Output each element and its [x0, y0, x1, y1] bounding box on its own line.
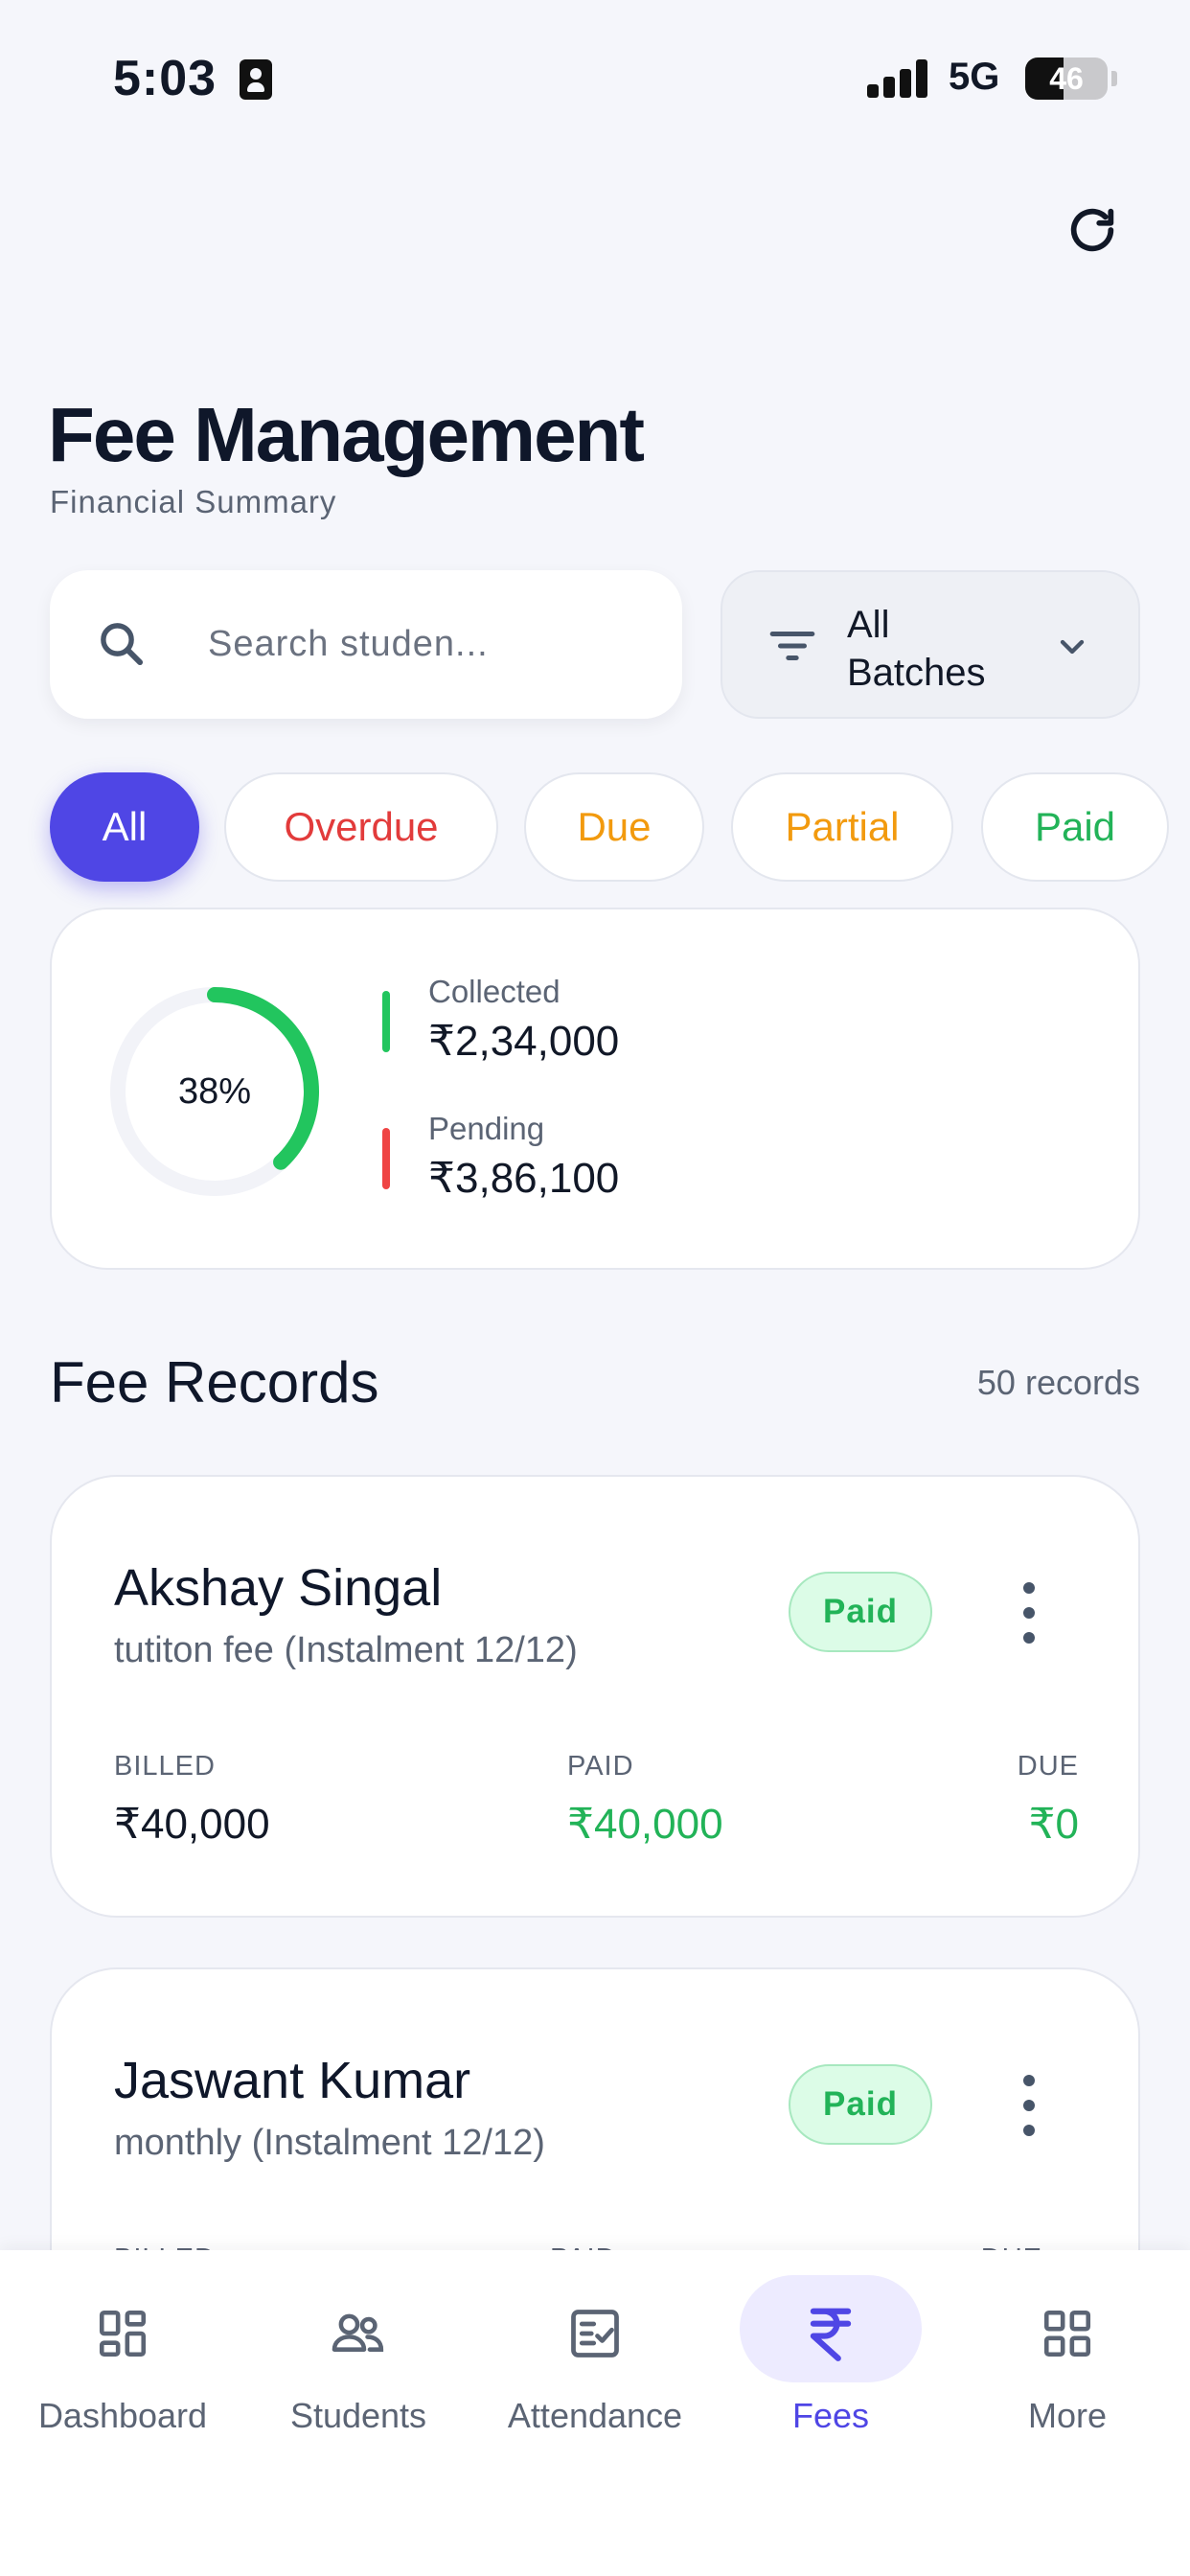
- collected-label: Collected: [428, 974, 561, 1009]
- bottom-nav: Dashboard Students Attendance Fees More: [0, 2250, 1190, 2576]
- network-type: 5G: [949, 56, 1000, 98]
- students-icon: [325, 2300, 392, 2367]
- filter-chip-partial[interactable]: Partial: [731, 772, 953, 882]
- filter-chip-due[interactable]: Due: [524, 772, 704, 882]
- status-badge: Paid: [789, 1572, 932, 1652]
- filter-chip-all[interactable]: All: [50, 772, 199, 882]
- fee-record-card[interactable]: Akshay Singal tutiton fee (Instalment 12…: [50, 1475, 1140, 1918]
- nav-label: Attendance: [507, 2396, 683, 2435]
- contact-card-icon: [240, 59, 272, 100]
- due-label: DUE: [1017, 1751, 1079, 1782]
- more-options-button[interactable]: [1010, 1582, 1048, 1644]
- nav-students[interactable]: Students: [240, 2250, 477, 2490]
- status-time: 5:03: [113, 51, 217, 106]
- student-name: Akshay Singal: [114, 1559, 443, 1617]
- student-name: Jaswant Kumar: [114, 2052, 471, 2109]
- more-options-button[interactable]: [1010, 2075, 1048, 2136]
- battery-icon: 46: [1025, 58, 1108, 100]
- batch-dropdown[interactable]: All Batches: [721, 570, 1140, 719]
- fee-description: tutiton fee (Instalment 12/12): [114, 1630, 578, 1670]
- dashboard-icon: [89, 2300, 156, 2367]
- pending-label: Pending: [428, 1111, 545, 1146]
- battery-tip: [1111, 71, 1117, 86]
- pending-value: ₹3,86,100: [428, 1155, 620, 1202]
- search-box[interactable]: [50, 570, 682, 719]
- nav-label: More: [1027, 2396, 1108, 2435]
- summary-card: 38% Collected ₹2,34,000 Pending ₹3,86,10…: [50, 908, 1140, 1270]
- paid-value: ₹40,000: [567, 1801, 723, 1848]
- nav-more[interactable]: More: [949, 2250, 1186, 2490]
- nav-fees[interactable]: Fees: [712, 2250, 950, 2490]
- chevron-down-icon: [1060, 639, 1085, 655]
- filter-chip-paid[interactable]: Paid: [981, 772, 1169, 882]
- batch-dropdown-value: All Batches: [847, 604, 986, 694]
- fee-description: monthly (Instalment 12/12): [114, 2123, 545, 2163]
- page-title: Fee Management: [48, 392, 645, 477]
- filter-chip-overdue[interactable]: Overdue: [224, 772, 498, 882]
- search-icon: [101, 623, 144, 666]
- collected-value: ₹2,34,000: [428, 1018, 620, 1065]
- collected-indicator: [382, 991, 390, 1052]
- nav-dashboard[interactable]: Dashboard: [4, 2250, 241, 2490]
- records-count: 50 records: [976, 1363, 1140, 1402]
- status-badge: Paid: [789, 2064, 932, 2145]
- filter-icon: [769, 632, 815, 660]
- page-subtitle: Financial Summary: [50, 484, 337, 519]
- collection-percent: 38%: [177, 1070, 252, 1112]
- search-input[interactable]: [208, 612, 649, 676]
- paid-label: PAID: [567, 1751, 634, 1782]
- status-bar: 5:03 5G 46: [0, 0, 1190, 163]
- nav-label: Dashboard: [37, 2396, 208, 2435]
- refresh-icon: [1070, 208, 1114, 252]
- battery-level: 46: [1049, 61, 1084, 96]
- billed-label: BILLED: [114, 1751, 216, 1782]
- billed-value: ₹40,000: [114, 1801, 270, 1848]
- nav-attendance[interactable]: Attendance: [476, 2250, 714, 2490]
- rupee-icon: [797, 2300, 864, 2367]
- pending-indicator: [382, 1128, 390, 1189]
- signal-icon: [867, 59, 928, 98]
- attendance-icon: [561, 2300, 629, 2367]
- nav-label: Students: [289, 2396, 427, 2435]
- section-title: Fee Records: [50, 1350, 379, 1414]
- refresh-button[interactable]: [1059, 196, 1126, 264]
- nav-label: Fees: [791, 2396, 870, 2435]
- grid-icon: [1034, 2300, 1101, 2367]
- due-value: ₹0: [1028, 1801, 1079, 1848]
